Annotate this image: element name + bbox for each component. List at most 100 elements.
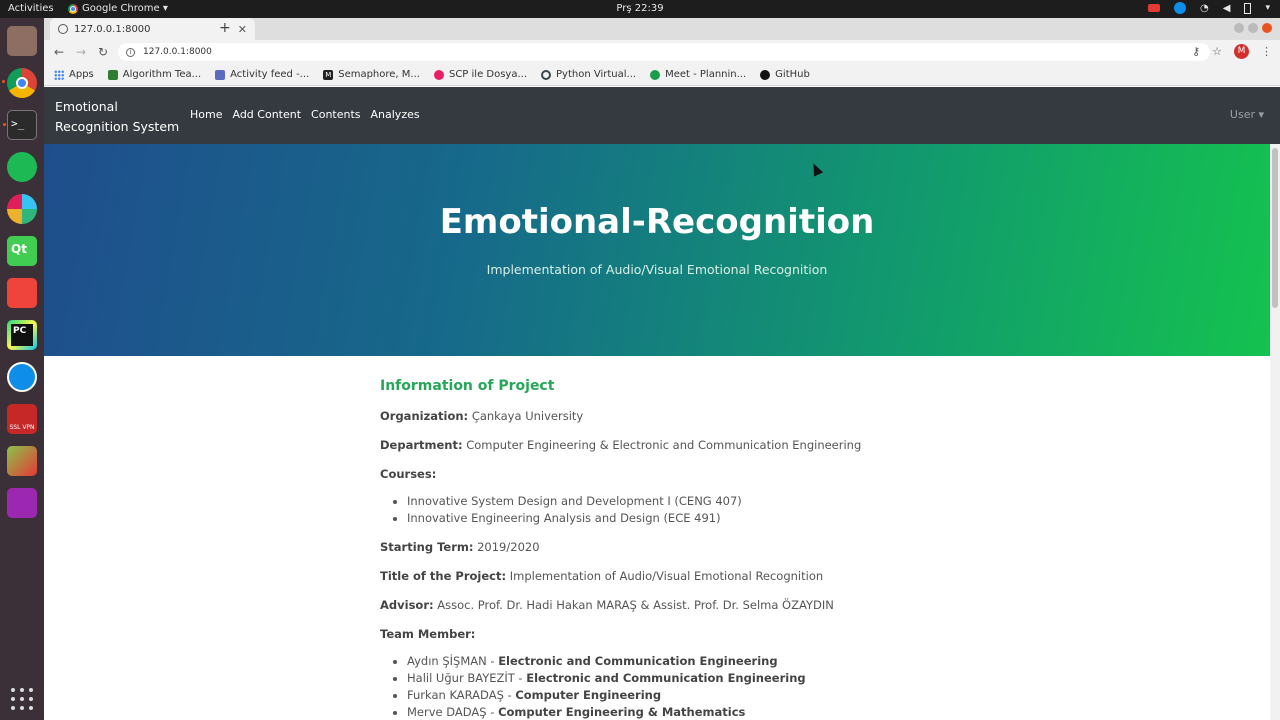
teamviewer-tray-icon[interactable] xyxy=(1174,2,1187,14)
meet-favicon-icon xyxy=(650,69,661,80)
files-icon[interactable] xyxy=(7,26,37,56)
team-row: Team Member: xyxy=(380,627,940,642)
application-dock: >_ Qt PC SSL VPN xyxy=(0,18,44,720)
tab-close-icon[interactable]: ✕ xyxy=(238,23,247,36)
bookmark-semaphore[interactable]: M Semaphore, M... xyxy=(323,69,420,80)
bookmark-label: Apps xyxy=(69,69,94,80)
key-icon[interactable]: ⚷ xyxy=(1192,45,1200,58)
bookmark-apps[interactable]: Apps xyxy=(54,69,94,80)
site-navbar: Emotional Recognition System Home Add Co… xyxy=(44,87,1280,144)
activities-button[interactable]: Activities xyxy=(8,3,54,14)
team-member-item: Furkan KARADAŞ - Computer Engineering xyxy=(407,688,940,703)
system-tray[interactable]: ◔ ◀ ▾ xyxy=(1148,2,1270,14)
tab-title: 127.0.0.1:8000 xyxy=(74,23,151,35)
window-controls xyxy=(1234,23,1272,33)
power-menu-icon[interactable]: ▾ xyxy=(1265,3,1270,13)
volume-icon[interactable]: ◀ xyxy=(1223,3,1231,14)
organization-row: Organization: Çankaya University xyxy=(380,409,940,424)
toolbar-actions: ⚷ ☆ M ⋮ xyxy=(1192,44,1272,59)
profile-avatar[interactable]: M xyxy=(1234,44,1249,59)
nav-add-content[interactable]: Add Content xyxy=(232,108,301,121)
nav-analyzes[interactable]: Analyzes xyxy=(371,108,420,121)
camera-record-icon[interactable] xyxy=(1148,4,1161,12)
globe-icon xyxy=(58,24,68,34)
bookmark-label: Python Virtual... xyxy=(556,69,637,80)
member-name: Aydın ŞİŞMAN - xyxy=(407,654,499,668)
brand-line-1: Emotional xyxy=(55,99,118,114)
browser-toolbar: ← → ↻ i 127.0.0.1:8000 ⚷ ☆ M ⋮ xyxy=(44,40,1280,64)
project-title-row: Title of the Project: Implementation of … xyxy=(380,569,940,584)
clock[interactable]: Prş 22:39 xyxy=(0,3,1280,14)
department-label: Department: xyxy=(380,438,463,452)
term-row: Starting Term: 2019/2020 xyxy=(380,540,940,555)
url-text[interactable]: 127.0.0.1:8000 xyxy=(143,47,212,57)
menu-kebab-icon[interactable]: ⋮ xyxy=(1261,45,1272,58)
qt-creator-icon[interactable]: Qt xyxy=(7,236,37,266)
brand-line-2: Recognition System xyxy=(55,119,180,134)
python-favicon-icon xyxy=(541,69,552,80)
video-icon[interactable] xyxy=(7,488,37,518)
advisor-label: Advisor: xyxy=(380,598,434,612)
hero-banner: Emotional-Recognition Implementation of … xyxy=(44,144,1270,356)
spotify-icon[interactable] xyxy=(7,152,37,182)
team-label: Team Member: xyxy=(380,627,476,641)
inkscape-icon[interactable] xyxy=(7,446,37,476)
site-brand[interactable]: Emotional Recognition System xyxy=(55,97,179,137)
minimize-button[interactable] xyxy=(1234,23,1244,33)
terminal-icon[interactable]: >_ xyxy=(3,110,37,140)
nav-links: Home Add Content Contents Analyzes xyxy=(190,108,420,121)
team-member-item: Halil Uğur BAYEZİT - Electronic and Comm… xyxy=(407,671,940,686)
bookmark-label: GitHub xyxy=(775,69,810,80)
course-item: Innovative System Design and Development… xyxy=(407,494,940,509)
user-dropdown[interactable]: User ▾ xyxy=(1230,108,1264,121)
wifi-icon[interactable]: ◔ xyxy=(1200,3,1209,14)
maximize-button[interactable] xyxy=(1248,23,1258,33)
app-menu[interactable]: Google Chrome ▾ xyxy=(68,3,168,14)
bookmark-meet[interactable]: Meet - Plannin... xyxy=(650,69,746,80)
site-info-icon[interactable]: i xyxy=(126,47,135,57)
bookmark-activity-feed[interactable]: Activity feed -... xyxy=(215,69,309,80)
organization-label: Organization: xyxy=(380,409,469,423)
nav-contents[interactable]: Contents xyxy=(311,108,360,121)
department-row: Department: Computer Engineering & Elect… xyxy=(380,438,940,453)
show-applications-icon[interactable] xyxy=(11,688,33,710)
organization-value: Çankaya University xyxy=(471,409,584,423)
close-window-button[interactable] xyxy=(1262,23,1272,33)
web-page: Emotional Recognition System Home Add Co… xyxy=(44,87,1280,720)
slack-icon[interactable] xyxy=(7,194,37,224)
bookmark-github[interactable]: GitHub xyxy=(760,69,810,80)
bookmark-python-virtual[interactable]: Python Virtual... xyxy=(541,69,636,80)
course-item: Innovative Engineering Analysis and Desi… xyxy=(407,511,940,526)
anydesk-icon[interactable] xyxy=(7,278,37,308)
address-bar[interactable]: i 127.0.0.1:8000 xyxy=(118,43,1210,61)
scrollbar-thumb[interactable] xyxy=(1272,148,1278,308)
section-title: Information of Project xyxy=(380,378,555,394)
teamviewer-icon[interactable] xyxy=(7,362,37,392)
activity-favicon-icon xyxy=(215,69,226,80)
forward-button[interactable]: → xyxy=(70,45,92,59)
bookmark-algorithm[interactable]: Algorithm Tea... xyxy=(107,69,201,80)
tab-strip: 127.0.0.1:8000 ✕ + xyxy=(44,18,1280,40)
bookmark-label: Meet - Plannin... xyxy=(665,69,747,80)
scp-favicon-icon xyxy=(433,69,444,80)
battery-icon[interactable] xyxy=(1244,2,1252,14)
reload-button[interactable]: ↻ xyxy=(92,45,114,59)
back-button[interactable]: ← xyxy=(48,45,70,59)
ssl-vpn-icon[interactable]: SSL VPN xyxy=(7,404,37,434)
team-member-item: Aydın ŞİŞMAN - Electronic and Communicat… xyxy=(407,654,940,669)
member-dept: Computer Engineering & Mathematics xyxy=(498,705,746,719)
bookmark-label: Semaphore, M... xyxy=(338,69,420,80)
bookmark-label: SCP ile Dosya... xyxy=(448,69,528,80)
department-value: Computer Engineering & Electronic and Co… xyxy=(466,438,862,452)
chrome-icon[interactable] xyxy=(2,68,37,98)
member-name: Furkan KARADAŞ - xyxy=(407,688,516,702)
bookmark-star-icon[interactable]: ☆ xyxy=(1212,45,1222,58)
advisor-row: Advisor: Assoc. Prof. Dr. Hadi Hakan MAR… xyxy=(380,598,940,613)
bookmark-scp[interactable]: SCP ile Dosya... xyxy=(433,69,528,80)
nav-home[interactable]: Home xyxy=(190,108,222,121)
new-tab-button[interactable]: + xyxy=(219,20,231,36)
app-menu-label: Google Chrome ▾ xyxy=(82,3,168,14)
page-scrollbar[interactable] xyxy=(1270,144,1280,720)
pycharm-icon[interactable]: PC xyxy=(7,320,37,350)
courses-list: Innovative System Design and Development… xyxy=(407,494,940,526)
